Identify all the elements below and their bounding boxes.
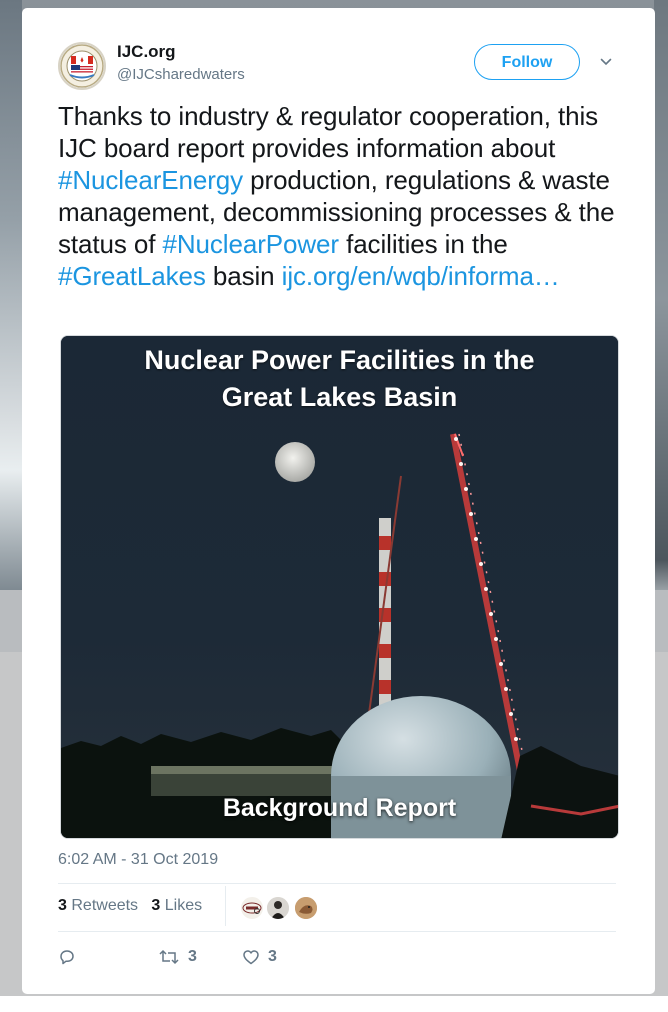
media-subtitle: Background Report xyxy=(222,794,457,822)
person-avatar-icon[interactable] xyxy=(266,896,290,920)
reply-icon xyxy=(60,950,74,965)
news-avatar-icon[interactable] xyxy=(240,896,264,920)
hashtag-link[interactable]: #NuclearPower xyxy=(163,229,340,259)
url-link[interactable]: ijc.org/en/wqb/informa… xyxy=(282,261,560,291)
tweet-media-image[interactable]: Nuclear Power Facilities in the Great La… xyxy=(60,335,619,839)
retweet-button[interactable]: 3 xyxy=(158,946,197,968)
retweets-label: Retweets xyxy=(71,897,139,914)
tweet-text-segment: facilities in the xyxy=(338,229,508,259)
tweet-stats: 3 Retweets 3 Likes xyxy=(58,897,202,915)
reply-button[interactable] xyxy=(58,946,84,968)
hashtag-link[interactable]: #NuclearEnergy xyxy=(58,165,243,195)
hashtag-link[interactable]: #GreatLakes xyxy=(58,261,206,291)
author-name[interactable]: IJC.org xyxy=(117,42,176,62)
retweet-count: 3 xyxy=(188,948,197,965)
follow-button[interactable]: Follow xyxy=(474,44,580,80)
like-button[interactable]: 3 xyxy=(242,946,277,968)
media-title-line2: Great Lakes Basin xyxy=(221,382,458,412)
animal-avatar-icon[interactable] xyxy=(294,896,318,920)
chevron-down-icon[interactable] xyxy=(600,56,612,68)
media-title-line1: Nuclear Power Facilities in the xyxy=(144,345,535,375)
likes-label: Likes xyxy=(164,897,203,914)
tweet-card: IJC.org @IJCsharedwaters Follow Thanks t… xyxy=(22,8,655,994)
retweets-count: 3 xyxy=(58,897,67,914)
divider xyxy=(58,931,616,932)
author-handle[interactable]: @IJCsharedwaters xyxy=(117,66,245,83)
divider xyxy=(58,883,616,884)
like-count: 3 xyxy=(268,948,277,965)
backdrop-next-card xyxy=(0,996,668,1012)
backdrop-left-strip xyxy=(0,0,22,590)
retweet-icon xyxy=(159,949,179,965)
tweet-timestamp[interactable]: 6:02 AM - 31 Oct 2019 xyxy=(58,851,218,869)
media-title: Nuclear Power Facilities in the Great La… xyxy=(61,342,618,416)
tweet-text: Thanks to industry & regulator cooperati… xyxy=(58,100,628,292)
likes-stat[interactable]: 3 Likes xyxy=(151,897,202,914)
retweets-stat[interactable]: 3 Retweets xyxy=(58,897,138,914)
stats-separator xyxy=(225,886,226,926)
tweet-text-segment: Thanks to industry & regulator cooperati… xyxy=(58,101,599,163)
heart-icon xyxy=(243,950,259,965)
author-avatar[interactable] xyxy=(58,42,106,90)
tweet-text-segment: basin xyxy=(205,261,282,291)
ijc-seal-icon xyxy=(60,44,104,88)
likes-count: 3 xyxy=(151,897,161,914)
tweet-actions: 3 3 xyxy=(58,946,358,970)
backdrop-right-strip xyxy=(654,0,668,590)
